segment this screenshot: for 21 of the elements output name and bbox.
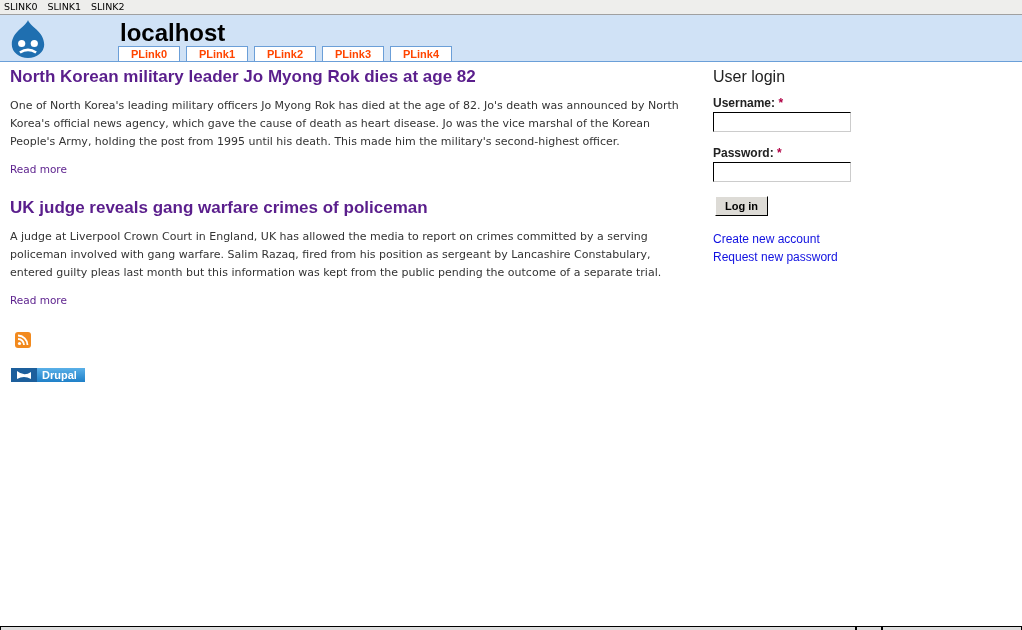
account-link[interactable]: Request new password [713,248,838,266]
article-text: One of North Korea's leading military officers Jo Myong Rok has died at the age of 82. Jo's death was announced by North Korea's official news agency, which gave the cause of death as heart disease. Jo was the vice marshal of the Korean People's Army, holding the post from 1995 until his death. This made him the military's second-highest officer. [10,98,680,150]
required-mark: * [777,146,782,160]
article-text: A judge at Liverpool Crown Court in England, UK has allowed the media to report on crimes committed by a serving policeman involved with gang warfare. Salim Razaq, fired from his position as sergeant by Lancashire Constabulary, entered guilty pleas last month but this information was kept from the public pending the outcome of a separate trial. [10,229,663,281]
input-field[interactable] [713,112,851,132]
article-title[interactable]: UK judge reveals gang warfare crimes of policeman [10,198,428,218]
article-title[interactable]: North Korean military leader Jo Myong Rok dies at age 82 [10,67,476,87]
read-more-link[interactable]: Read more [10,163,67,175]
top-link[interactable]: SLINK2 [91,0,125,14]
drupal-logo-icon[interactable] [10,19,46,59]
input-field[interactable] [713,162,851,182]
top-link[interactable]: SLINK1 [47,0,82,14]
block-title: User login [713,68,786,86]
account-link[interactable]: Create new account [713,230,820,248]
site-name[interactable]: localhost [120,20,452,46]
login-button[interactable]: Log in [715,196,768,216]
read-more-link[interactable]: Read more [10,294,67,306]
required-mark: * [778,96,784,110]
field-label: Password: [713,146,774,160]
field-label: Username: [713,96,776,110]
top-link[interactable]: SLINK0 [4,0,38,14]
